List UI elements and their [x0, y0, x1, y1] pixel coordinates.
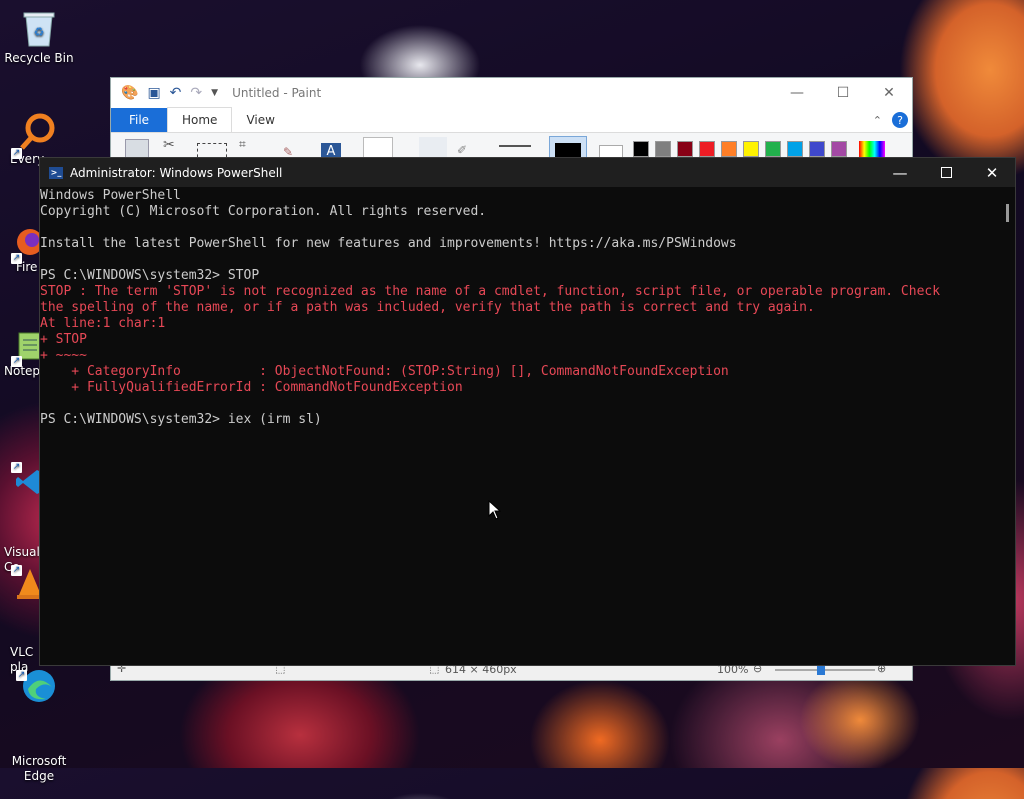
- paint-window-controls: — ☐ ✕: [774, 85, 912, 101]
- paint-title: Untitled - Paint: [232, 86, 322, 100]
- console-line: At line:1 char:1: [40, 316, 166, 331]
- shortcut-arrow-icon: ↗: [16, 670, 27, 681]
- console-output[interactable]: Windows PowerShell Copyright (C) Microsof…: [40, 187, 1015, 428]
- color-swatch[interactable]: [831, 141, 847, 157]
- shortcut-arrow-icon: ↗: [11, 148, 22, 159]
- powershell-icon: >_: [49, 166, 63, 179]
- mouse-pointer-icon: [488, 499, 502, 524]
- color-swatch[interactable]: [655, 141, 671, 157]
- maximize-button[interactable]: ☐: [820, 85, 866, 101]
- console-line: Copyright (C) Microsoft Corporation. All…: [40, 204, 487, 219]
- collapse-ribbon-icon[interactable]: ⌃: [873, 114, 882, 127]
- shortcut-arrow-icon: ↗: [11, 253, 22, 264]
- console-line: PS C:\WINDOWS\system32> STOP: [40, 268, 260, 283]
- close-button[interactable]: ✕: [969, 158, 1015, 187]
- desktop-icon-recycle-bin[interactable]: ♻ Recycle Bin: [1, 8, 77, 66]
- powershell-window[interactable]: >_ Administrator: Windows PowerShell — ✕…: [39, 157, 1016, 666]
- minimize-button[interactable]: —: [774, 85, 820, 101]
- powershell-window-controls: — ✕: [877, 158, 1015, 187]
- console-line: Install the latest PowerShell for new fe…: [40, 236, 737, 251]
- svg-text:♻: ♻: [34, 25, 45, 39]
- zoom-slider[interactable]: [775, 663, 875, 675]
- desktop-icon-notepad[interactable]: ↗ Notep: [0, 326, 42, 379]
- shortcut-arrow-icon: ↗: [11, 462, 22, 473]
- color-swatch[interactable]: [633, 141, 649, 157]
- undo-icon[interactable]: ↶: [170, 85, 182, 101]
- color-swatch[interactable]: [677, 141, 693, 157]
- help-icon[interactable]: ?: [892, 112, 908, 128]
- color-swatch[interactable]: [765, 141, 781, 157]
- quick-access-toolbar: 🎨 ▣ ↶ ↷ ▼: [111, 85, 218, 101]
- powershell-title: Administrator: Windows PowerShell: [70, 165, 283, 180]
- close-button[interactable]: ✕: [866, 85, 912, 101]
- console-line: STOP : The term 'STOP' is not recognized…: [40, 284, 941, 299]
- save-icon[interactable]: ▣: [147, 85, 160, 101]
- shortcut-arrow-icon: ↗: [11, 565, 22, 576]
- chevron-down-icon[interactable]: ▼: [211, 88, 218, 98]
- console-line: the spelling of the name, or if a path w…: [40, 300, 815, 315]
- color-swatch[interactable]: [787, 141, 803, 157]
- console-line: + CategoryInfo : ObjectNotFound: (STOP:S…: [40, 364, 729, 379]
- color-swatch[interactable]: [743, 141, 759, 157]
- scrollbar-thumb[interactable]: [1006, 204, 1009, 222]
- tab-file[interactable]: File: [111, 108, 167, 132]
- color-swatch[interactable]: [699, 141, 715, 157]
- console-line: + ~~~~: [40, 348, 87, 363]
- desktop-icon-label: Microsoft Edge: [11, 754, 67, 783]
- console-line: + STOP: [40, 332, 87, 347]
- crop-icon[interactable]: ⌗: [239, 137, 246, 152]
- console-line: PS C:\WINDOWS\system32> iex (irm sl): [40, 412, 322, 427]
- desktop-icon-everything[interactable]: ↗ Every: [0, 112, 55, 167]
- console-line: + FullyQualifiedErrorId : CommandNotFoun…: [40, 380, 463, 395]
- recycle-bin-icon: ♻: [19, 8, 59, 48]
- search-magnifier-icon: [18, 112, 58, 152]
- minimize-button[interactable]: —: [877, 158, 923, 187]
- desktop-icon-label: Recycle Bin: [4, 51, 74, 65]
- shortcut-arrow-icon: ↗: [11, 356, 22, 367]
- color-swatch[interactable]: [721, 141, 737, 157]
- paint-titlebar[interactable]: 🎨 ▣ ↶ ↷ ▼ Untitled - Paint — ☐ ✕: [111, 78, 912, 108]
- cut-icon[interactable]: ✂: [163, 137, 175, 153]
- paint-app-icon: 🎨: [121, 85, 139, 101]
- console-line: Windows PowerShell: [40, 188, 181, 203]
- tab-view[interactable]: View: [232, 108, 288, 132]
- powershell-titlebar[interactable]: >_ Administrator: Windows PowerShell — ✕: [40, 158, 1015, 187]
- redo-icon[interactable]: ↷: [190, 85, 202, 101]
- ribbon-tabs: File Home View ⌃ ?: [111, 107, 912, 133]
- maximize-button[interactable]: [923, 158, 969, 187]
- desktop-icon-firefox[interactable]: ↗ Fire: [0, 222, 43, 275]
- tab-home[interactable]: Home: [167, 107, 233, 132]
- outline-icon[interactable]: ✐: [457, 143, 467, 157]
- color-swatch[interactable]: [809, 141, 825, 157]
